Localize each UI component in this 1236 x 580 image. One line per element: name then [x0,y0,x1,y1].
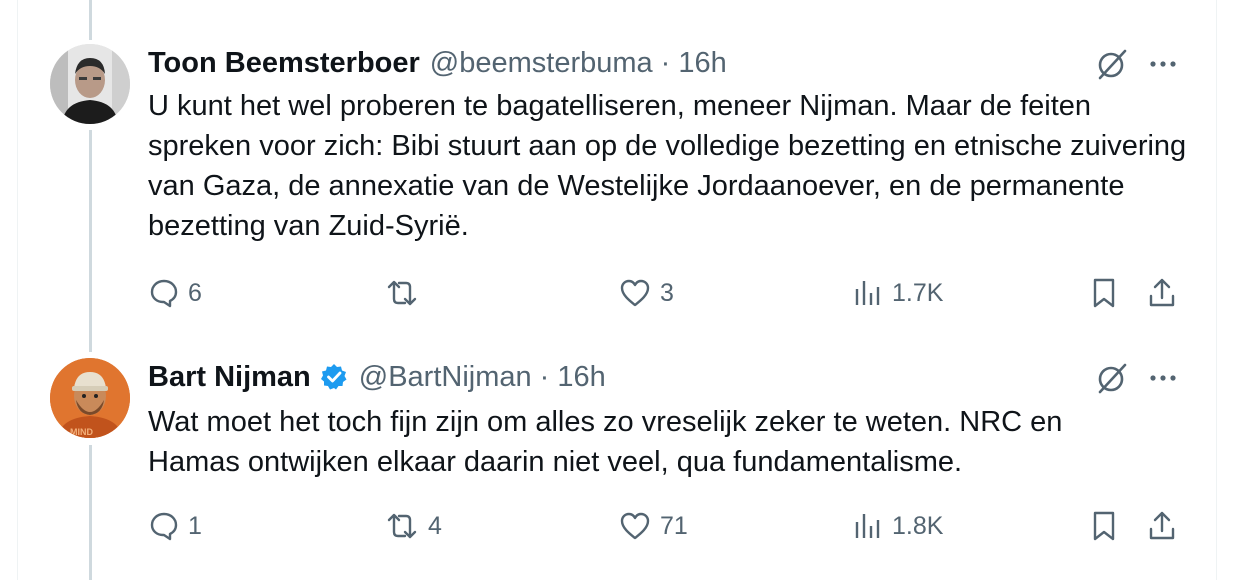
tweet-header: Toon Beemsterboer @beemsterbuma · 16h [148,46,727,80]
share-button[interactable] [1146,506,1178,546]
repost-icon [387,280,417,306]
author-name[interactable]: Bart Nijman [148,361,311,394]
share-icon [1149,511,1175,540]
author-handle[interactable]: @beemsterbuma [430,47,653,80]
author-handle[interactable]: @BartNijman [359,361,532,394]
tweet-header: Bart Nijman @BartNijman · 16h [148,360,606,394]
like-icon [620,279,650,307]
tweet-text: U kunt het wel proberen te bagatellisere… [148,90,1187,242]
more-icon[interactable] [1145,46,1181,82]
svg-text:MIND: MIND [70,427,93,437]
share-button[interactable] [1146,273,1178,313]
views-count: 1.8K [892,511,944,540]
views-icon [855,281,880,305]
repost-button[interactable] [384,273,428,313]
like-count: 3 [660,278,674,307]
reply-count: 6 [188,278,202,307]
like-icon [620,512,650,540]
tweet[interactable]: Toon Beemsterboer @beemsterbuma · 16h U … [0,0,1236,340]
repost-button[interactable]: 4 [384,506,442,546]
timestamp[interactable]: 16h [678,47,726,80]
views-icon [855,514,880,538]
share-icon [1149,278,1175,307]
bookmark-icon [1093,511,1115,541]
tweet-text: Wat moet het toch fijn zijn om alles zo … [148,406,1063,478]
bookmark-icon [1093,278,1115,308]
action-bar: 6 3 1.7K [148,273,1188,313]
views-count: 1.7K [892,278,944,307]
grok-icon[interactable] [1094,360,1130,396]
tweet[interactable]: MIND Bart Nijman @BartNijman · 16h Wat m… [0,340,1236,580]
reply-icon [150,512,178,541]
reply-button[interactable]: 1 [148,506,202,546]
views-button[interactable]: 1.7K [852,273,943,313]
views-button[interactable]: 1.8K [852,506,943,546]
bookmark-button[interactable] [1088,273,1120,313]
separator: · [660,46,671,79]
like-button[interactable]: 3 [618,273,674,313]
like-count: 71 [660,511,688,540]
avatar-illustration: MIND [50,358,130,438]
timestamp[interactable]: 16h [557,361,605,394]
reply-count: 1 [188,511,202,540]
reply-icon [150,279,178,308]
bookmark-button[interactable] [1088,506,1120,546]
more-icon[interactable] [1145,360,1181,396]
reply-button[interactable]: 6 [148,273,202,313]
author-name[interactable]: Toon Beemsterboer [148,47,420,80]
avatar[interactable]: MIND [50,358,130,438]
avatar[interactable] [50,44,130,124]
like-button[interactable]: 71 [618,506,688,546]
grok-icon[interactable] [1094,46,1130,82]
verified-badge-icon [319,362,349,392]
repost-count: 4 [428,511,442,540]
avatar-photo [50,44,130,124]
repost-icon [387,513,417,539]
action-bar: 1 4 71 1.8K [148,506,1188,546]
separator: · [539,360,550,393]
